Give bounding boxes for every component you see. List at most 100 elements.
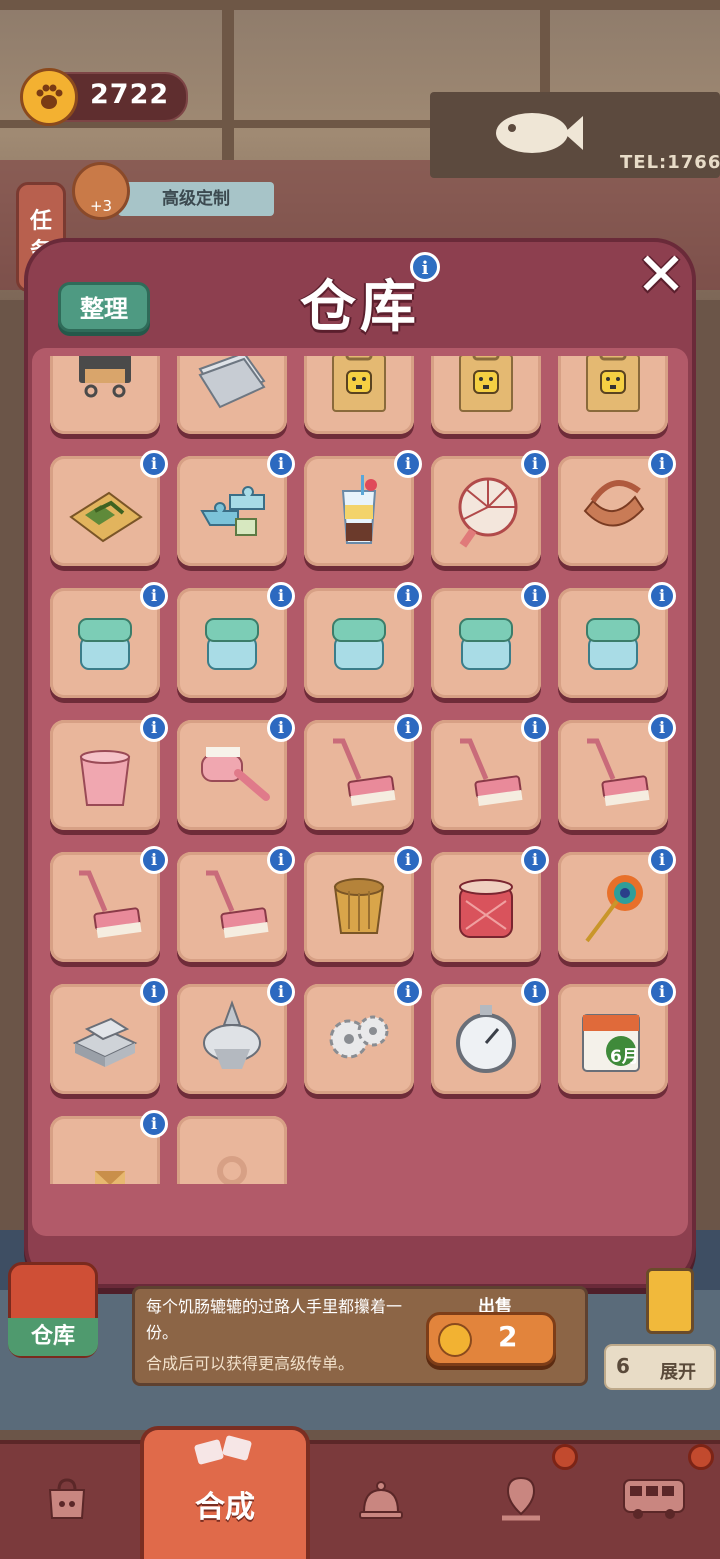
item-info-icon[interactable]: i [394,846,422,874]
item-info-icon[interactable]: i [140,1110,168,1138]
notification-dot [552,1444,578,1470]
item-info-icon[interactable]: i [140,450,168,478]
inventory-slot[interactable]: i [558,356,668,434]
inventory-slot[interactable] [177,1116,287,1184]
item-info-icon[interactable]: i [648,582,676,610]
inventory-slot[interactable]: i [558,714,676,830]
task-label-1: 任 [29,209,52,234]
item-info-icon[interactable]: i [521,846,549,874]
tab-service-bell-icon[interactable] [356,1474,406,1524]
item-info-icon[interactable]: i [648,846,676,874]
inventory-slot[interactable]: i [50,978,168,1094]
socket-box-icon [459,356,513,412]
inventory-slot[interactable]: i [177,450,295,566]
inventory-slot[interactable]: i [177,582,295,698]
pink-brush-icon [201,747,270,801]
envelope-icon [95,1171,125,1184]
inventory-slot[interactable]: i [431,450,549,566]
item-info-icon[interactable]: i [648,714,676,742]
floor-mop-icon [333,738,396,807]
inventory-slot[interactable]: i [304,450,422,566]
item-info-icon[interactable]: i [394,978,422,1006]
item-info-icon[interactable]: i [394,450,422,478]
item-info-icon[interactable]: i [521,582,549,610]
item-info-icon[interactable]: i [267,582,295,610]
inventory-slot[interactable]: i [50,582,168,698]
close-icon[interactable]: ✕ [630,244,692,306]
bird-bonus-button[interactable]: +3 [72,162,130,220]
dialog-info-icon[interactable]: i [410,252,440,282]
inventory-slot[interactable]: 6月 i [558,978,676,1094]
item-info-icon[interactable]: i [140,846,168,874]
red-jar-icon [459,879,513,938]
item-info-icon[interactable]: i [267,450,295,478]
silver-bars-icon [72,1017,138,1067]
calendar-month-label: 6月 [610,1047,639,1067]
tab-merge-label: 合成 [195,1490,255,1525]
item-info-icon[interactable]: i [648,450,676,478]
tab-shop-bag-icon[interactable] [42,1474,92,1524]
cream-jar-icon [459,618,513,670]
inventory-slot[interactable]: i [177,978,295,1094]
inventory-slot[interactable]: i [304,978,422,1094]
warehouse-button-label: 仓库 [8,1318,98,1356]
inventory-slot[interactable]: i [558,450,676,566]
inventory-slot[interactable]: i [431,582,549,698]
bubble-tea-icon [341,475,377,544]
stopwatch-icon [456,1005,516,1073]
item-info-icon[interactable]: i [648,978,676,1006]
item-info-icon[interactable]: i [394,582,422,610]
inventory-slot[interactable]: i [431,978,549,1094]
coin-amount: 2722 [90,79,170,110]
expand-count: 6 [616,1354,630,1378]
cream-jar-icon [205,618,259,670]
inventory-slot[interactable]: i [304,846,422,962]
inventory-slot[interactable]: i [558,846,676,962]
item-info-icon[interactable]: i [521,450,549,478]
energy-battery-icon[interactable] [646,1268,694,1334]
sell-price: 2 [498,1320,518,1353]
socket-box-icon [332,356,386,412]
gear-parts-icon [329,1015,389,1059]
sort-button[interactable]: 整理 [58,282,150,332]
inventory-slot[interactable]: i [431,356,541,434]
inventory-slot[interactable]: i [304,714,422,830]
inventory-slot[interactable]: i [50,714,168,830]
item-merge-hint: 合成后可以获得更高级传单。 [146,1354,355,1373]
item-info-icon[interactable]: i [521,978,549,1006]
premium-order-tab[interactable]: 高级定制 [118,182,274,216]
basket-bag-icon [583,480,645,527]
peacock-feather-icon [585,875,643,943]
tab-bus-icon[interactable] [620,1472,688,1522]
inventory-slot[interactable]: i [304,582,422,698]
paw-coin-icon [438,1323,472,1357]
inventory-slot[interactable]: i [50,1110,168,1184]
item-grid: iiiiiiiiiiiiiiiiiiiiiiiiiiiii6月ii [42,356,682,1184]
inventory-slot[interactable]: i [177,714,295,830]
paper-stack-icon [198,356,266,409]
item-info-icon[interactable]: i [140,978,168,1006]
silver-bell-icon [203,1000,261,1069]
inventory-slot[interactable]: i [177,846,295,962]
inventory-slot[interactable]: i [177,356,287,434]
expand-label: 展开 [660,1362,696,1383]
inventory-slot[interactable]: i [431,846,549,962]
calendar-icon [582,1014,640,1072]
item-info-icon[interactable]: i [521,714,549,742]
item-info-icon[interactable]: i [267,714,295,742]
tab-map-pin-icon[interactable] [496,1474,546,1524]
inventory-slot[interactable]: i [304,356,414,434]
inventory-slot[interactable]: i [558,582,676,698]
herb-tray-icon [69,491,143,543]
inventory-slot[interactable]: i [431,714,549,830]
item-info-icon[interactable]: i [140,582,168,610]
inventory-slot[interactable]: i [50,450,168,566]
item-info-icon[interactable]: i [267,846,295,874]
inventory-slot[interactable]: i [50,846,168,962]
cream-jar-icon [586,618,640,670]
item-info-icon[interactable]: i [140,714,168,742]
item-info-icon[interactable]: i [267,978,295,1006]
inventory-slot[interactable]: i [50,356,160,434]
item-info-icon[interactable]: i [394,714,422,742]
wall-hook-icon [79,356,131,398]
